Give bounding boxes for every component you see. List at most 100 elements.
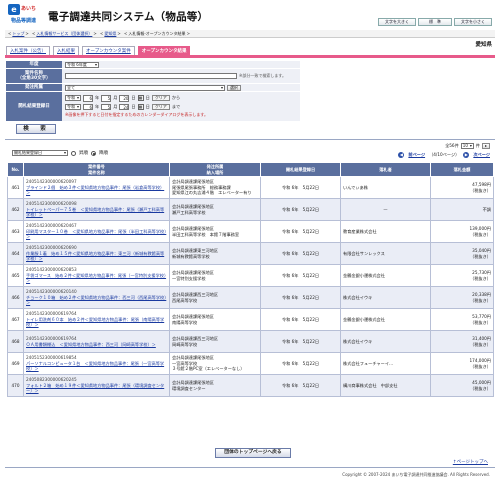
delivery-place: 半田工科高等学校 本館７階事務室 [172, 231, 240, 237]
tax-note: （税抜き） [470, 341, 491, 347]
tab-bid-result[interactable]: 入札結果 [53, 46, 79, 55]
case-name-input[interactable] [65, 72, 237, 80]
case-name-link[interactable]: ブラインド２個 始め３件＜愛知県地方物品事件：尾張（岩倉高等学校）＞ [26, 185, 167, 196]
header-date: 開札結果登録日 [260, 162, 341, 177]
case-name-link[interactable]: トイレ用洗剤６０本 始め２件＜愛知県地方物品事件：尾張（南陽高等学校）＞ [26, 317, 167, 328]
row-no: 463 [7, 220, 24, 243]
page-top-link[interactable]: ↑ページトップへ [453, 459, 488, 465]
breadcrumb: <トップ> <入札情報サービス（団体選択）> <愛知県> <入札情報-オープンカ… [5, 30, 495, 38]
fiscal-year-select[interactable]: 令和 6年度 [65, 61, 99, 68]
sort-asc-label: 昇順 [79, 151, 88, 156]
copyright: Copyright © 2007-2024 あいち電子調達共同推進協議会. Al… [342, 472, 490, 477]
prev-page-link[interactable]: 前ページ [408, 152, 425, 158]
date-from: 令和 6年 5月 20日 ▦ 日 クリア から [65, 95, 180, 102]
case-name-label: 案件名称 （全角30文字） [6, 69, 62, 84]
next-arrow-icon[interactable]: ▶ [463, 152, 470, 158]
row-winner: 構川商事株式会社 中部支社 [340, 374, 431, 397]
footer-divider [5, 467, 495, 468]
per-page-select[interactable]: 10 [460, 143, 474, 149]
row-date: 令和 6年 5月22日 [260, 374, 341, 397]
breadcrumb-service[interactable]: 入札情報サービス（団体選択） [36, 31, 92, 36]
table-row: 465 2405142300000620853 手袋ゴマース 始め２件＜愛知県地方物… [7, 264, 494, 287]
sort-key-select[interactable]: 開札結果登録日 [12, 150, 68, 156]
calendar-icon[interactable]: ▦ [137, 103, 144, 110]
breadcrumb-top[interactable]: トップ [12, 31, 24, 36]
from-month-input[interactable]: 5 [101, 95, 112, 102]
tab-bid-notice[interactable]: 入札案件（公告） [6, 46, 50, 55]
from-clear-button[interactable]: クリア [151, 95, 170, 102]
case-name-link[interactable]: 印刷用マスター１０巻 ＜愛知県地方物品事件：尾張（半田工科高等学校）＞ [26, 229, 167, 240]
row-case: 2405142300000619764 トイレ用洗剤６０本 始め２件＜愛知県地方物… [23, 308, 170, 331]
row-no: 461 [7, 176, 24, 199]
to-tail: まで [171, 103, 181, 109]
row-amount: 20,338円 （税抜き） [430, 286, 494, 309]
from-year-unit: 年 [95, 95, 100, 101]
row-amount: 174,000円 （税抜き） [430, 352, 494, 375]
delivery-place: 一宮特別支援学校 [172, 275, 206, 281]
row-no: 468 [7, 330, 24, 353]
row-office: 会計局調達課尾張地区 瀬戸工科高等学校 [169, 198, 261, 221]
row-office: 会計局調達課西三河地区 西尾高等学校 [169, 286, 261, 309]
case-name-link[interactable]: フォルト２箱 始め１９件＜愛知県地方物品事件：尾張（環境調査センター）＞ [26, 383, 167, 394]
row-winner: 有限会社サンレックス [340, 242, 431, 265]
header-office: 発注所属 納入場所 [169, 162, 261, 177]
case-name-link[interactable]: チョーク１０箱 始め２件＜愛知県地方物品事件：西三河（西尾高等学校）＞ [26, 295, 167, 306]
tab-open-counter-case[interactable]: オープンカウンタ案件 [82, 46, 135, 55]
case-name-link[interactable]: ＯＡ用書類棚込 ＜愛知県地方物品事件：西三河（岡崎高等学校）＞ [26, 342, 167, 348]
to-year-input[interactable]: 6 [83, 103, 93, 110]
delivery-place: 一宮高等学校 ３号館２階PC室（エレベーターなし） [172, 360, 245, 372]
next-page-link[interactable]: 次ページ [473, 152, 490, 158]
to-clear-button[interactable]: クリア [151, 103, 170, 110]
row-winner: 金鶴金銀小運株式会社 [340, 308, 431, 331]
tax-note: （税抜き） [470, 187, 491, 193]
sort-desc-radio[interactable] [91, 150, 96, 156]
amount-value: 不調 [482, 206, 491, 212]
from-era-select[interactable]: 令和 [65, 95, 81, 102]
office-select[interactable]: 全て [65, 84, 225, 91]
from-day-input[interactable]: 20 [119, 95, 130, 102]
back-to-top-page-button[interactable]: 団体のトップページへ戻る [215, 448, 291, 458]
tax-note: （税抜き） [470, 297, 491, 303]
case-name-link[interactable]: トイレットペーパー７５巻 ＜愛知県地方物品事件：尾張（瀬戸工科高等学校）＞ [26, 207, 167, 218]
row-office: 会計局調達課尾張地区 半田工科高等学校 本館７階事務室 [169, 220, 261, 243]
case-name-note: ※部分一致で検索します。 [239, 73, 286, 78]
tax-note: （税抜き） [470, 385, 491, 391]
row-no: 464 [7, 242, 24, 265]
tab-open-counter-result[interactable]: オープンカウンタ結果 [137, 46, 191, 55]
search-button[interactable]: 検 索 [16, 124, 56, 134]
office-select-button[interactable]: 選択 [227, 84, 241, 91]
case-name-link[interactable]: 手袋ゴマース 始め２件＜愛知県地方物品事件：尾張（一宮特別支援学校）＞ [26, 273, 167, 284]
sort-asc-radio[interactable] [71, 150, 76, 156]
prev-arrow-icon[interactable]: ◀ [398, 152, 405, 158]
row-date: 令和 6年 5月22日 [260, 242, 341, 265]
to-era-select[interactable]: 令和 [65, 103, 81, 110]
to-day-input[interactable]: 24 [119, 103, 130, 110]
font-large-button[interactable]: 文字を大きく [378, 18, 416, 26]
from-tail: から [171, 95, 181, 101]
row-amount: 139,000円 （税抜き） [430, 220, 494, 243]
row-amount: 25,730円 （税抜き） [430, 264, 494, 287]
row-winner: 株式会社フューチャーイ… [340, 352, 431, 375]
breadcrumb-current: 入札情報-オープンカウンタ結果 [128, 31, 186, 36]
page-status: （4/10ページ） [429, 152, 460, 157]
site-logo[interactable]: e あいち 物品等調達 [8, 4, 45, 26]
calendar-icon[interactable]: ▦ [137, 95, 144, 102]
total-count: 全56件 [445, 143, 459, 148]
row-amount: 47,598円 （税抜き） [430, 176, 494, 199]
case-name-link[interactable]: 作業服１着 始め１５件＜愛知県地方物品事件：東三河（新城有教館高等学校）＞ [26, 251, 167, 262]
font-small-button[interactable]: 文字を小さく [454, 18, 492, 26]
row-no: 469 [7, 352, 24, 375]
row-date: 令和 6年 5月22日 [260, 220, 341, 243]
case-name-link[interactable]: パーソナルコンピュータ１台 ＜愛知県地方物品事件：尾張（一宮高等学校）＞ [26, 361, 167, 372]
row-office: 発注所属 全て 選択 [6, 84, 300, 92]
from-month-unit: 月 [113, 95, 118, 101]
row-winner: いんでぃあ株 [340, 176, 431, 199]
prefecture-label: 愛知県 [475, 42, 492, 48]
to-month-input[interactable]: 5 [101, 103, 112, 110]
to-month-unit: 月 [113, 103, 118, 109]
per-page-apply-button[interactable]: ▸ [481, 143, 490, 149]
breadcrumb-prefecture[interactable]: 愛知県 [104, 31, 116, 36]
row-amount: 53,770円 （税抜き） [430, 308, 494, 331]
from-year-input[interactable]: 6 [83, 95, 93, 102]
font-standard-button[interactable]: 標 準 [418, 18, 452, 26]
